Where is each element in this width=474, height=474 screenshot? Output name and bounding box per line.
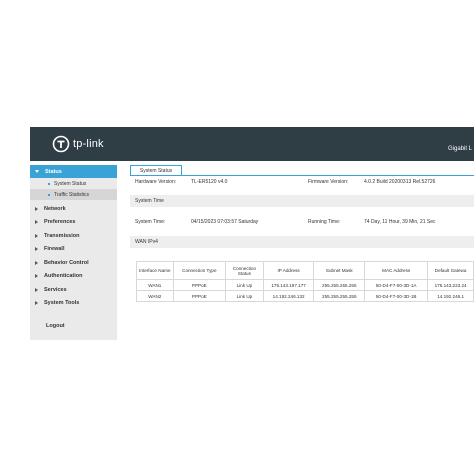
sidebar-item-label: Behavior Control (44, 259, 89, 266)
chevron-right-icon (35, 206, 38, 211)
sidebar-item-behavior-control[interactable]: Behavior Control (30, 256, 117, 269)
table-cell: 14.192.246.1 (427, 290, 474, 302)
table-cell: WAN1 (136, 279, 174, 291)
table-row: WAN2 PPPoE Link Up 14.192.246.132 255.25… (136, 290, 474, 302)
model-name: Gigabit L (447, 146, 472, 152)
chevron-right-icon (35, 219, 38, 224)
table-cell: 50-D4-F7-00-3D-1A (364, 279, 429, 291)
table-cell: 175.143.223.24 (427, 279, 474, 291)
table-cell: Link Up (225, 279, 264, 291)
column-header: Connection Type (172, 261, 227, 280)
sidebar-item-label: Transmission (44, 232, 80, 239)
firmware-version-value: 4.0.2 Build 20200313 Rel.52726 (364, 179, 436, 185)
table-cell: 255.255.255.255 (313, 279, 366, 291)
chevron-right-icon (35, 246, 38, 251)
chevron-right-icon (35, 300, 38, 305)
firmware-version-label: Firmware Version: (308, 179, 349, 185)
table-cell: 50-D4-F7-00-3D-1B (364, 290, 429, 302)
column-header: MAC Address (364, 261, 429, 280)
column-header: Subnet Mask (313, 261, 366, 280)
system-time-label: System Time: (135, 219, 166, 225)
logo-text: tp-link (73, 138, 104, 150)
wan-ipv4-section-header: WAN IPv4 (130, 236, 474, 248)
table-header-row: Interface Name Connection Type Connectio… (136, 261, 474, 280)
chevron-down-icon (35, 170, 39, 173)
sidebar-item-network[interactable]: Network (30, 202, 117, 215)
sidebar-subitem-traffic-statistics[interactable]: Traffic Statistics (30, 189, 117, 200)
column-header: Default Gatewa (427, 261, 474, 280)
sidebar-item-system-tools[interactable]: System Tools (30, 296, 117, 309)
sidebar-item-authentication[interactable]: Authentication (30, 269, 117, 282)
hardware-version-value: TL-ER5120 v4.0 (191, 179, 228, 185)
wan-ipv4-table: Interface Name Connection Type Connectio… (136, 261, 474, 302)
sidebar-item-label: Firewall (44, 245, 65, 252)
table-cell: 14.192.246.132 (262, 290, 315, 302)
sidebar-item-label: Authentication (44, 272, 83, 279)
table-row: WAN1 PPPoE Link Up 175.143.197.177 255.2… (136, 279, 474, 291)
bullet-icon (48, 182, 50, 185)
tp-link-logo-icon (52, 135, 70, 153)
sidebar-item-transmission[interactable]: Transmission (30, 229, 117, 242)
table-cell: WAN2 (136, 290, 174, 302)
running-time-label: Running Time: (308, 219, 341, 225)
column-header: Interface Name (136, 261, 174, 280)
system-time-value: 04/15/2023 07:03:57 Saturday (191, 219, 259, 225)
tab-divider (130, 175, 474, 176)
table-cell: PPPoE (172, 290, 227, 302)
table-cell: 255.255.255.255 (313, 290, 366, 302)
sidebar-subitem-label: System Status (54, 180, 87, 187)
chevron-right-icon (35, 260, 38, 265)
tp-link-logo: tp-link (52, 133, 104, 155)
sidebar-item-preferences[interactable]: Preferences (30, 215, 117, 228)
sidebar-item-status[interactable]: Status (30, 165, 117, 178)
running-time-value: 74 Day, 11 Hour, 39 Min, 21 Sec (364, 219, 436, 225)
sidebar: Status System Status Traffic Statistics … (30, 165, 117, 340)
sidebar-item-label: Services (44, 286, 67, 293)
chevron-right-icon (35, 273, 38, 278)
system-time-section-header: System Time (130, 195, 474, 207)
sidebar-item-services[interactable]: Services (30, 283, 117, 296)
chevron-right-icon (35, 287, 38, 292)
sidebar-item-label: Status (45, 168, 62, 175)
sidebar-item-firewall[interactable]: Firewall (30, 242, 117, 255)
table-cell: Link Up (225, 290, 264, 302)
sidebar-item-label: Preferences (44, 218, 76, 225)
sidebar-subitem-system-status[interactable]: System Status (30, 178, 117, 189)
sidebar-item-label: System Tools (44, 299, 80, 306)
logout-link[interactable]: Logout (46, 323, 65, 329)
table-cell: 175.143.197.177 (262, 279, 315, 291)
sidebar-subitem-label: Traffic Statistics (54, 191, 90, 198)
chevron-right-icon (35, 233, 38, 238)
bullet-icon (48, 193, 50, 196)
top-header: tp-link Gigabit L (30, 127, 474, 161)
hardware-version-label: Hardware Version: (135, 179, 177, 185)
table-cell: PPPoE (172, 279, 227, 291)
column-header: IP Address (262, 261, 315, 280)
column-header: Connection Status (225, 261, 264, 280)
sidebar-item-label: Network (44, 205, 66, 212)
